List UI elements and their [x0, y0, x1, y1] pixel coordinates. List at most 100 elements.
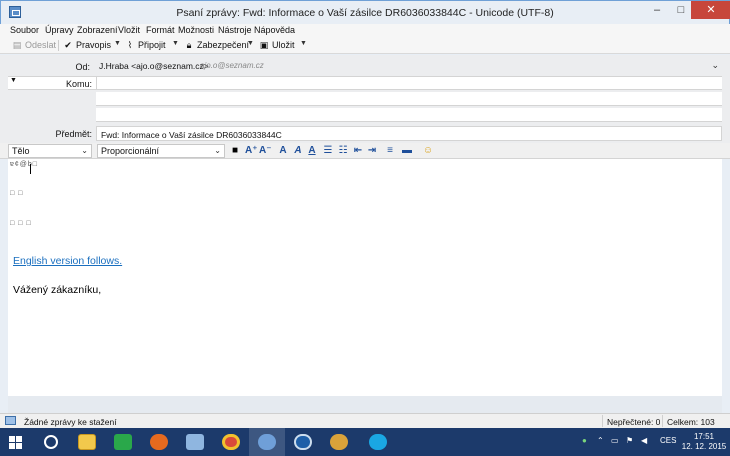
paint-button[interactable]: [177, 428, 213, 456]
font-larger-icon[interactable]: A⁺: [245, 144, 258, 158]
indent-icon[interactable]: ⇥: [366, 144, 378, 158]
subject-value: Fwd: Informace o Vaší zásilce DR60360338…: [101, 130, 282, 140]
chevron-down-icon: ⌄: [81, 146, 88, 155]
thunderbird-button[interactable]: [249, 428, 285, 456]
english-version-link[interactable]: English version follows.: [13, 255, 122, 267]
app-circle-icon: [294, 434, 312, 450]
battery-icon[interactable]: ▭: [611, 436, 619, 445]
recipient-row: ▼ Komu:: [8, 76, 722, 90]
menu-tools[interactable]: Nástroje: [218, 25, 252, 35]
numbered-list-icon[interactable]: ☷: [337, 144, 349, 158]
menu-file[interactable]: Soubor: [10, 25, 39, 35]
save-dropdown-icon[interactable]: ▼: [300, 40, 307, 47]
from-hint: ajo.o@seznam.cz: [200, 61, 264, 70]
menu-bar: Soubor Úpravy Zobrazení Vložit Formát Mo…: [0, 24, 730, 37]
security-dropdown-icon[interactable]: ▼: [247, 40, 254, 47]
security-button[interactable]: 🔒︎ Zabezpečení: [184, 39, 249, 52]
send-button[interactable]: ▤ Odeslat: [12, 39, 56, 52]
windows-logo-icon: [9, 436, 23, 449]
title-bar: Psaní zprávy: Fwd: Informace o Vaší zási…: [0, 0, 730, 24]
app-button[interactable]: [321, 428, 357, 456]
insert-object-icon[interactable]: ▬: [400, 144, 414, 158]
align-icon[interactable]: ≡: [383, 144, 397, 158]
font-select[interactable]: Proporcionální ⌄: [97, 144, 225, 158]
status-bar: Žádné zprávy ke stažení Nepřečtené: 0 Ce…: [0, 413, 730, 428]
spelling-button[interactable]: ✔ Pravopis: [63, 39, 111, 52]
store-button[interactable]: [105, 428, 141, 456]
from-select[interactable]: J.Hraba <ajo.o@seznam.cz> ajo.o@seznam.c…: [95, 59, 721, 73]
menu-view[interactable]: Zobrazení: [77, 25, 118, 35]
clock[interactable]: 17:51 12. 12. 2015: [678, 432, 730, 452]
subject-input[interactable]: Fwd: Informace o Vaší zásilce DR60360338…: [96, 126, 722, 141]
menu-insert[interactable]: Vložit: [118, 25, 140, 35]
clock-date: 12. 12. 2015: [681, 442, 727, 451]
from-label: Od:: [75, 62, 90, 72]
unread-count: Nepřečtené: 0: [607, 417, 661, 427]
task-view-button[interactable]: [33, 428, 69, 456]
close-button[interactable]: ✕: [691, 1, 730, 19]
attach-dropdown-icon[interactable]: ▼: [172, 40, 179, 47]
volume-icon[interactable]: ◀: [641, 436, 647, 445]
bold-icon[interactable]: A: [277, 144, 289, 158]
garbled-characters: ɐ¢@b□: [10, 161, 39, 168]
lock-icon: 🔒︎: [186, 40, 192, 50]
file-explorer-button[interactable]: [69, 428, 105, 456]
text-cursor: [30, 164, 31, 174]
online-status-icon[interactable]: [5, 416, 16, 425]
app-button[interactable]: [285, 428, 321, 456]
window-title: Psaní zprávy: Fwd: Informace o Vaší zási…: [176, 7, 554, 19]
garbled-characters: □ □: [10, 190, 24, 197]
language-indicator[interactable]: CES: [660, 436, 676, 445]
recipient-extra-row[interactable]: [96, 108, 722, 122]
to-input[interactable]: [96, 77, 722, 89]
flag-icon[interactable]: ⚑: [626, 436, 633, 445]
send-icon: ▤: [12, 40, 22, 50]
recipient-extra-row[interactable]: [96, 92, 722, 106]
attach-button[interactable]: ⌇ Připojit: [125, 39, 166, 52]
toolbar-separator: [58, 40, 59, 51]
recipient-type-dropdown-icon[interactable]: ▼: [10, 77, 17, 84]
start-button[interactable]: [0, 428, 36, 456]
taskbar: ● ⌃ ▭ ⚑ ◀ CES 17:51 12. 12. 2015: [0, 428, 730, 456]
paragraph-style-select[interactable]: Tělo ⌄: [8, 144, 92, 158]
chrome-button[interactable]: [213, 428, 249, 456]
firefox-button[interactable]: [141, 428, 177, 456]
subject-row: Předmět: Fwd: Informace o Vaší zásilce D…: [8, 126, 722, 142]
task-view-icon: [44, 435, 58, 449]
text-color-icon[interactable]: ■: [229, 144, 241, 158]
thunderbird-icon: [258, 434, 276, 450]
chrome-icon: [222, 434, 240, 450]
menu-edit[interactable]: Úpravy: [45, 25, 74, 35]
italic-icon[interactable]: A: [292, 144, 304, 158]
emoji-icon[interactable]: ☺: [421, 144, 435, 158]
chevron-down-icon: ⌄: [711, 60, 719, 70]
tray-chevron-icon[interactable]: ⌃: [597, 436, 604, 445]
menu-options[interactable]: Možnosti: [178, 25, 214, 35]
bullet-list-icon[interactable]: ☰: [322, 144, 334, 158]
underline-icon[interactable]: A: [306, 144, 318, 158]
outdent-icon[interactable]: ⇤: [352, 144, 364, 158]
paint-icon: [186, 434, 204, 450]
subject-label: Předmět:: [55, 129, 92, 139]
chevron-down-icon: ⌄: [214, 146, 221, 155]
total-count: Celkem: 103: [667, 417, 715, 427]
menu-help[interactable]: Nápověda: [254, 25, 295, 35]
from-value: J.Hraba <ajo.o@seznam.cz>: [99, 61, 209, 71]
folder-icon: [78, 434, 96, 450]
status-separator: [662, 415, 663, 427]
tray-app-icon[interactable]: ●: [582, 436, 587, 445]
menu-format[interactable]: Formát: [146, 25, 175, 35]
spelling-dropdown-icon[interactable]: ▼: [114, 40, 121, 47]
save-button[interactable]: ▣ Uložit: [259, 39, 295, 52]
greeting-text: Vážený zákazníku,: [13, 284, 102, 296]
paperclip-icon: ⌇: [127, 40, 133, 50]
font-smaller-icon[interactable]: A⁻: [259, 144, 272, 158]
checkmark-icon: ✔: [64, 40, 72, 50]
message-body[interactable]: ɐ¢@b□ □ □ □ □ □ English version follows.…: [8, 159, 722, 396]
firefox-icon: [150, 434, 168, 450]
body-bottom-strip: [8, 396, 722, 413]
format-toolbar: Tělo ⌄ Proporcionální ⌄ ■ A⁺ A⁻ A A A ☰ ☷ …: [0, 143, 730, 159]
save-icon: ▣: [259, 40, 269, 50]
status-separator: [602, 415, 603, 427]
skype-button[interactable]: [360, 428, 396, 456]
